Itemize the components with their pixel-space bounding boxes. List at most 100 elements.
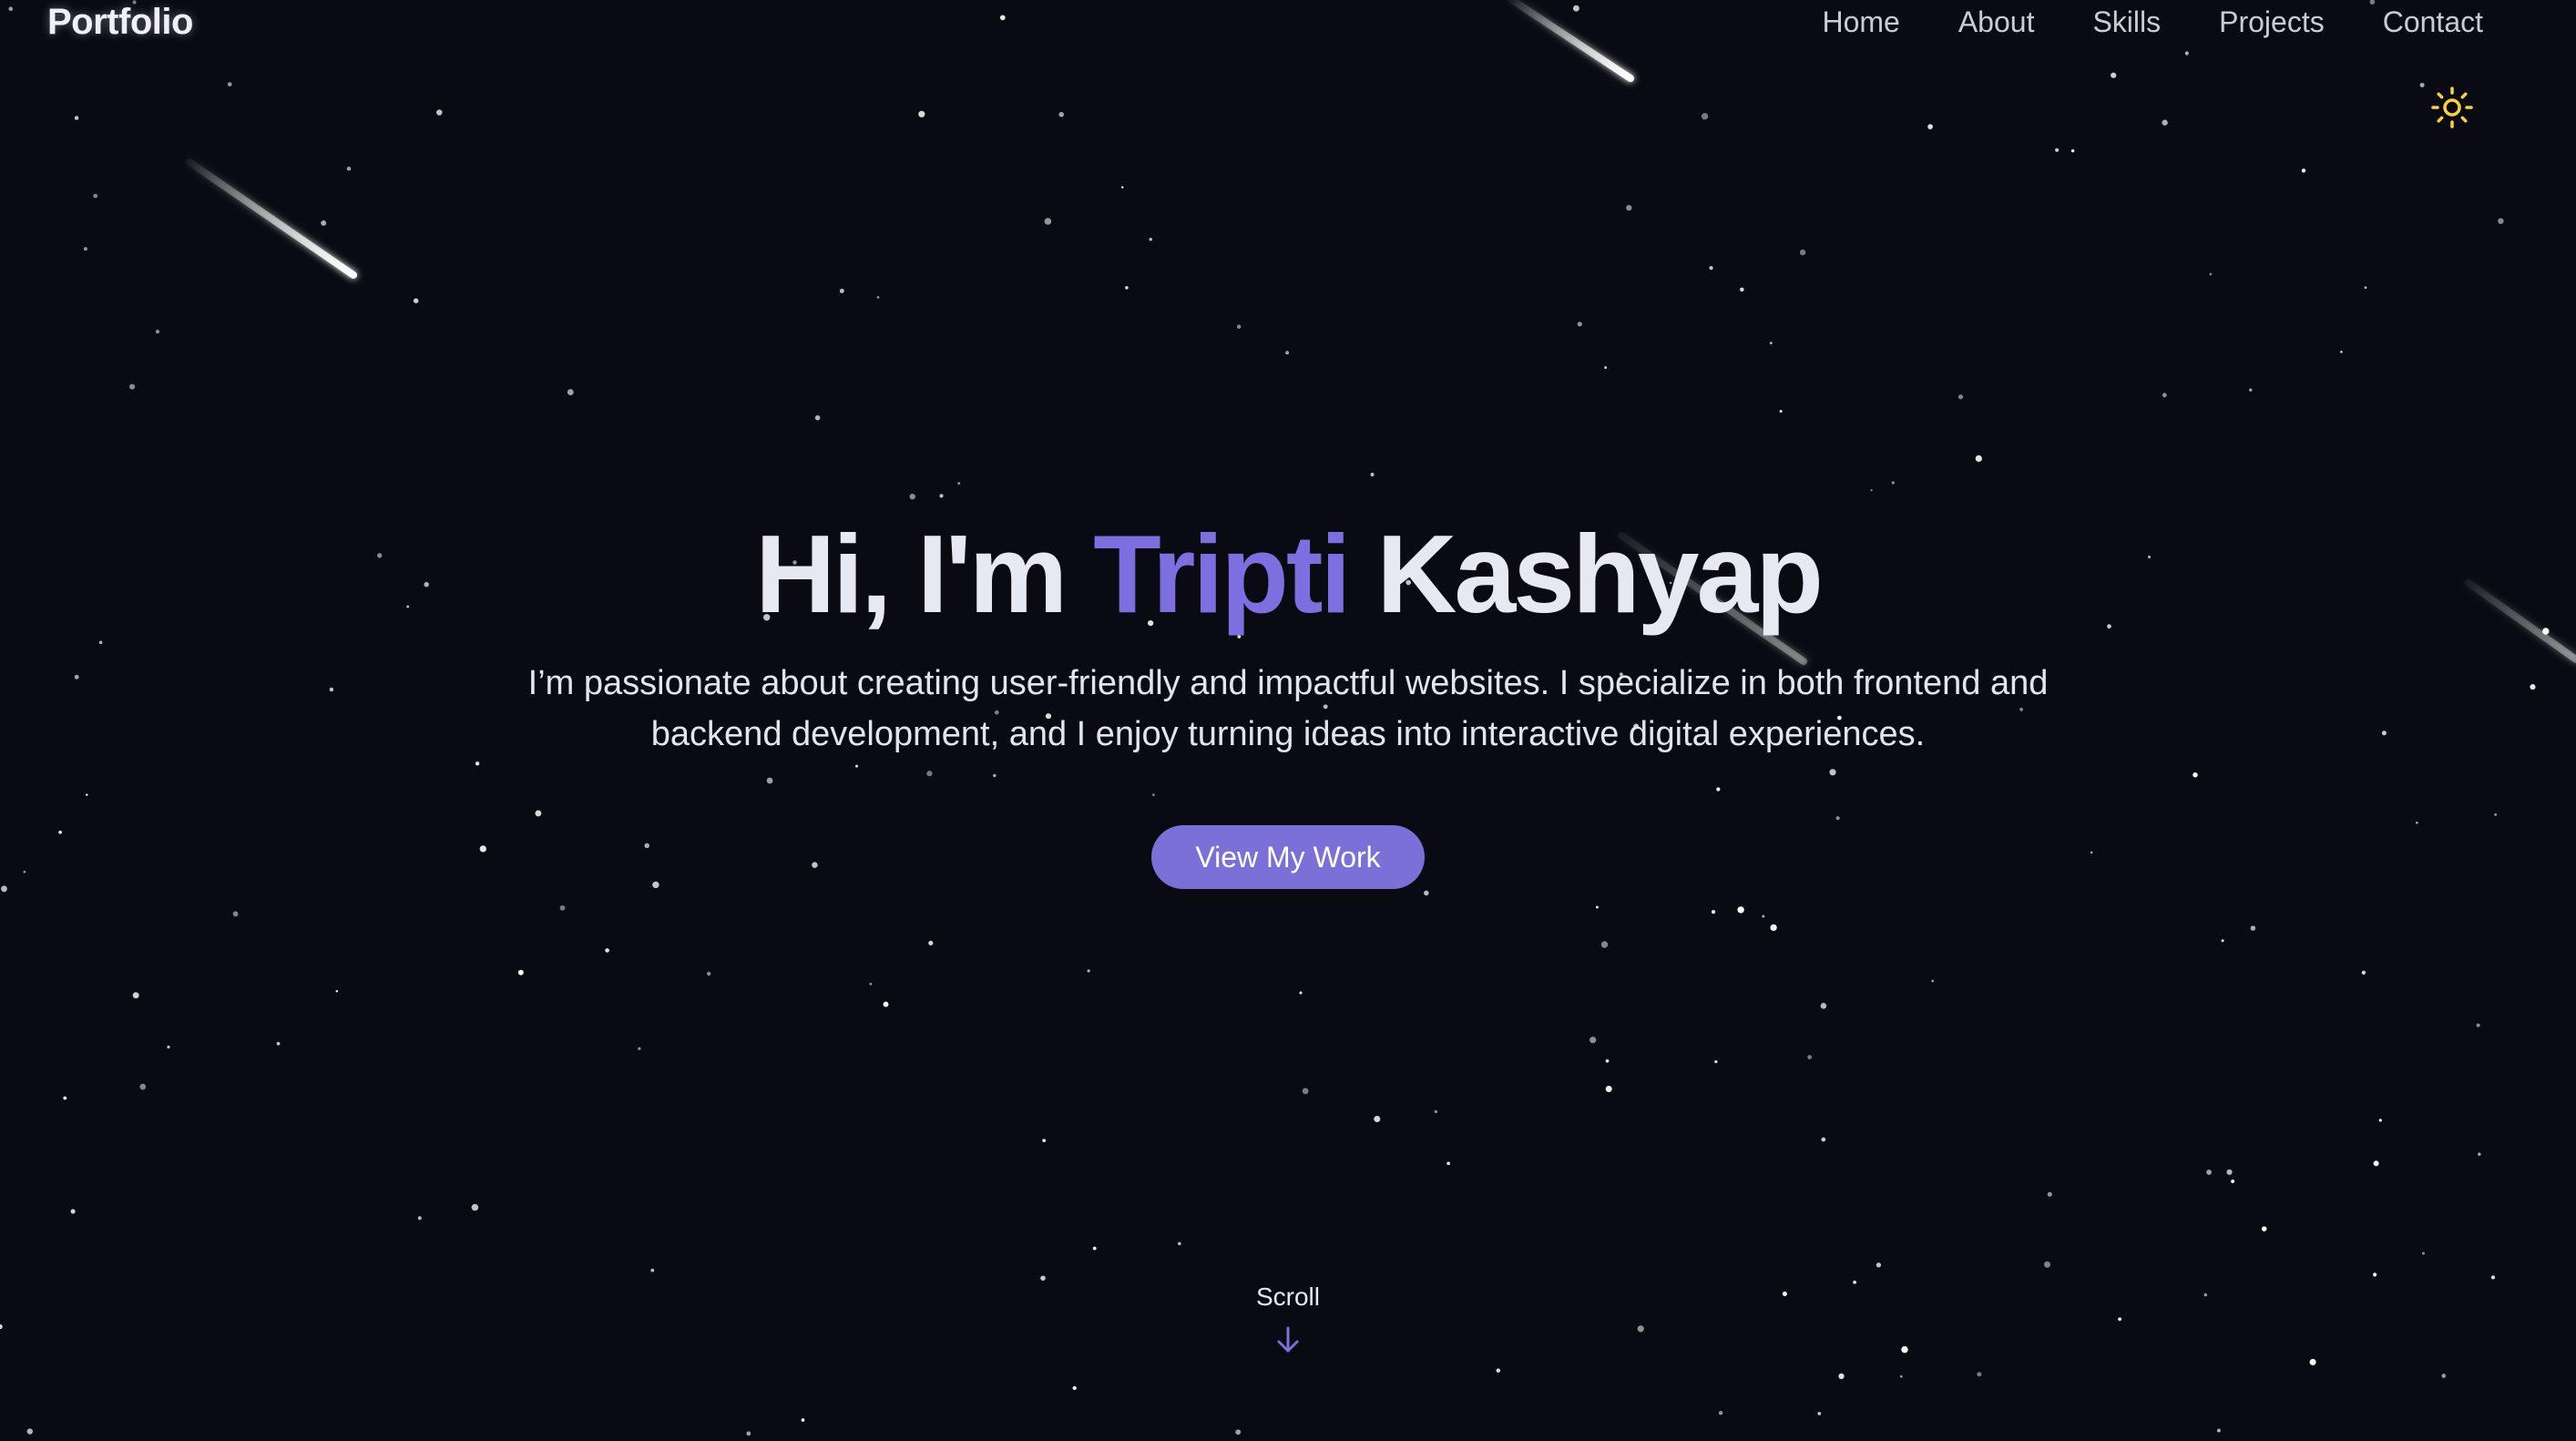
star xyxy=(2111,72,2117,78)
star xyxy=(2373,1160,2379,1167)
shooting-star xyxy=(1508,0,1634,82)
star xyxy=(2047,1191,2052,1197)
star xyxy=(1285,351,1290,355)
star xyxy=(1718,1410,1723,1415)
star xyxy=(2340,351,2343,353)
star xyxy=(2378,1119,2382,1122)
star xyxy=(1600,941,1609,948)
star xyxy=(2162,393,2167,398)
star xyxy=(2206,1169,2213,1175)
star xyxy=(1058,111,1064,118)
star xyxy=(2364,286,2367,290)
nav-contact[interactable]: Contact xyxy=(2383,5,2483,39)
star xyxy=(63,1096,67,1100)
star xyxy=(232,911,239,917)
star xyxy=(1299,991,1303,995)
star xyxy=(2490,1275,2496,1280)
star xyxy=(1838,1373,1845,1380)
star xyxy=(2476,1023,2480,1027)
star xyxy=(167,1045,170,1049)
star xyxy=(650,1268,655,1272)
star xyxy=(918,110,925,118)
star xyxy=(2309,1358,2316,1365)
star xyxy=(909,493,915,500)
star xyxy=(1891,481,1895,485)
star xyxy=(605,948,609,953)
star xyxy=(1927,124,1933,129)
star xyxy=(70,1209,76,1214)
nav-skills[interactable]: Skills xyxy=(2092,5,2161,39)
star xyxy=(1762,915,1765,918)
star xyxy=(1125,286,1129,290)
star xyxy=(2226,1169,2233,1175)
star xyxy=(2231,1179,2235,1183)
page: Portfolio Home About Skills Projects Con… xyxy=(0,0,2576,1441)
star xyxy=(1604,365,1608,370)
star xyxy=(517,969,524,976)
star xyxy=(1177,1242,1181,1246)
star xyxy=(1626,205,1632,211)
star xyxy=(139,1083,147,1090)
hero-heading: Hi, I'm Tripti Kashyap xyxy=(0,510,2576,638)
hero-greeting: Hi, I'm xyxy=(755,512,1068,636)
star xyxy=(2162,119,2168,126)
star xyxy=(2301,169,2306,173)
star xyxy=(276,1041,281,1046)
sun-icon xyxy=(2431,87,2473,128)
star xyxy=(839,288,844,293)
star xyxy=(346,166,352,171)
star xyxy=(2478,1152,2481,1156)
star xyxy=(1595,905,1599,909)
scroll-indicator[interactable]: Scroll xyxy=(0,1283,2576,1355)
view-my-work-button[interactable]: View My Work xyxy=(1151,825,1425,889)
star xyxy=(999,15,1006,21)
star xyxy=(1769,342,1773,345)
star xyxy=(74,116,79,120)
star xyxy=(1302,1088,1309,1095)
star xyxy=(2361,970,2366,975)
star xyxy=(321,220,327,226)
star xyxy=(567,389,574,396)
shooting-star xyxy=(186,158,357,279)
star xyxy=(436,109,443,116)
star xyxy=(1701,113,1709,120)
star xyxy=(1370,473,1375,476)
star xyxy=(1714,1060,1718,1064)
star xyxy=(2209,272,2213,276)
star xyxy=(2221,939,2224,943)
star xyxy=(1709,266,1713,271)
nav-home[interactable]: Home xyxy=(1822,5,1899,39)
star xyxy=(869,982,873,986)
star xyxy=(1040,1275,1046,1281)
star xyxy=(1446,1161,1450,1166)
star xyxy=(1817,1412,1822,1415)
star xyxy=(8,6,14,12)
star xyxy=(1374,1116,1381,1122)
theme-toggle-button[interactable] xyxy=(2430,86,2474,129)
star xyxy=(1975,455,1982,463)
star xyxy=(1876,1262,1882,1268)
star xyxy=(1044,218,1052,225)
star xyxy=(559,904,566,911)
star xyxy=(227,82,232,87)
star xyxy=(471,1203,479,1211)
star xyxy=(1779,409,1783,414)
star xyxy=(1821,1137,1826,1142)
star xyxy=(1120,186,1124,189)
star xyxy=(155,329,160,334)
star xyxy=(1740,287,1744,292)
star xyxy=(1977,1372,1982,1377)
star xyxy=(883,1001,889,1007)
star xyxy=(1577,322,1582,327)
nav-projects[interactable]: Projects xyxy=(2219,5,2325,39)
star xyxy=(129,383,136,390)
nav-about[interactable]: About xyxy=(1958,5,2035,39)
star xyxy=(1799,249,1806,256)
star xyxy=(1590,1037,1597,1044)
scroll-label: Scroll xyxy=(1255,1283,1320,1311)
star xyxy=(939,494,944,498)
site-logo[interactable]: Portfolio xyxy=(47,2,193,43)
star xyxy=(1572,5,1579,12)
star xyxy=(1424,890,1429,896)
star xyxy=(1605,1059,1610,1063)
